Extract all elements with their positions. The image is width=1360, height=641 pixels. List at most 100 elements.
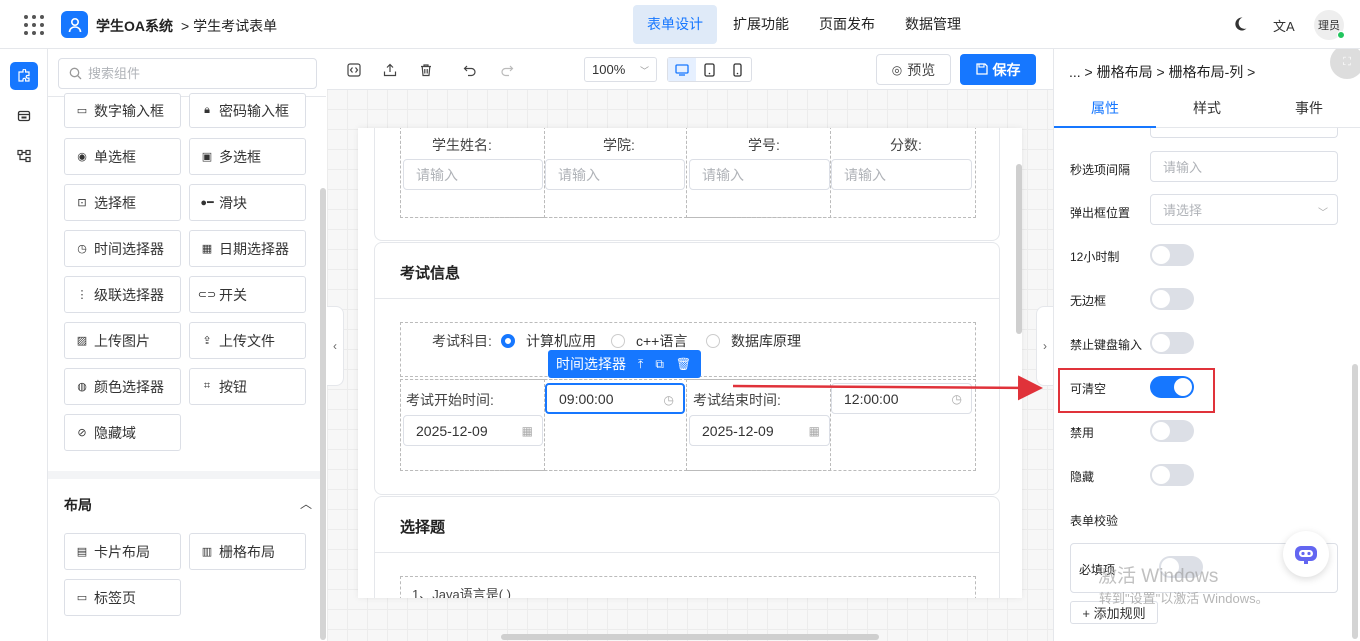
right-panel-scrollbar[interactable] (1352, 364, 1358, 639)
outline-tree-icon[interactable] (10, 142, 38, 170)
zoom-select[interactable]: 100% ﹀ (584, 57, 657, 82)
save-button[interactable]: 保存 (960, 54, 1036, 85)
comp-password-input[interactable]: 🔒︎ 密码输入框 (189, 93, 306, 128)
comp-checkbox[interactable]: ▣ 多选框 (189, 138, 306, 175)
toggle-hidden[interactable] (1150, 464, 1194, 486)
collapse-left-button[interactable]: ‹ (327, 306, 344, 386)
comp-number-input[interactable]: ▭ 数字输入框 (64, 93, 181, 128)
left-panel-scrollbar[interactable] (320, 188, 326, 640)
calendar-icon: ▦ (808, 424, 820, 438)
comp-select[interactable]: ⊡ 选择框 (64, 184, 181, 221)
preview-icon: ◎ (891, 62, 903, 77)
desktop-icon[interactable] (668, 58, 696, 81)
save-icon (975, 62, 988, 78)
top-bar: 学生OA系统 > 学生考试表单 表单设计 扩展功能 页面发布 数据管理 文A 理… (0, 0, 1360, 49)
comp-cascader[interactable]: ⋮ 级联选择器 (64, 276, 181, 313)
subject-option-computer[interactable]: 计算机应用 (501, 331, 596, 351)
chevron-left-icon: ‹ (333, 339, 337, 353)
college-input[interactable]: 请输入 (545, 159, 685, 190)
components-icon[interactable] (10, 62, 38, 90)
popper-position-select[interactable]: 请选择 ﹀ (1150, 194, 1338, 225)
toggle-label-12h: 12小时制 (1070, 250, 1120, 264)
toggle-label-hidden: 隐藏 (1070, 470, 1095, 484)
comp-color-picker[interactable]: ◍ 颜色选择器 (64, 368, 181, 405)
move-top-icon[interactable]: ⤒ (638, 357, 643, 372)
canvas-vertical-scrollbar[interactable] (1016, 164, 1022, 334)
undo-icon[interactable] (461, 61, 479, 79)
apps-grid-icon[interactable] (24, 15, 44, 35)
property-tabs: 属性 样式 事件 (1054, 90, 1360, 128)
palette-icon: ◍ (77, 381, 87, 393)
selected-component-toolbar: 时间选择器 ⤒ ⧉ 🗑︎ (548, 350, 701, 378)
nav-data-management[interactable]: 数据管理 (891, 5, 975, 44)
redo-icon[interactable] (498, 61, 516, 79)
chevron-down-icon: ﹀ (639, 66, 649, 76)
radio-icon (706, 334, 720, 348)
radio-checked-icon (501, 334, 515, 348)
device-switcher (667, 57, 752, 82)
student-id-label: 学号: (748, 137, 780, 153)
chatbot-button[interactable] (1283, 531, 1329, 577)
avatar[interactable]: 理员 (1314, 10, 1345, 40)
comp-radio[interactable]: ◉ 单选框 (64, 138, 181, 175)
card-divider (375, 552, 999, 553)
second-step-input[interactable]: 请输入 (1150, 151, 1338, 182)
nav-form-design[interactable]: 表单设计 (633, 5, 717, 44)
dark-mode-icon[interactable] (1232, 16, 1248, 35)
fullscreen-icon[interactable]: ⛶ (1330, 49, 1360, 79)
code-icon[interactable] (345, 61, 363, 79)
subject-option-database[interactable]: 数据库原理 (706, 331, 801, 351)
comp-tabs-layout[interactable]: ▭ 标签页 (64, 579, 181, 616)
toggle-12h[interactable] (1150, 244, 1194, 266)
canvas-toolbar: 100% ﹀ ◎ 预览 保存 (327, 49, 1053, 90)
comp-grid-layout[interactable]: ▥ 栅格布局 (189, 533, 306, 570)
score-input[interactable]: 请输入 (831, 159, 972, 190)
tab-events[interactable]: 事件 (1258, 90, 1360, 127)
copy-icon[interactable]: ⧉ (655, 357, 664, 372)
comp-switch[interactable]: ⊂⊃ 开关 (189, 276, 306, 313)
comp-time-picker[interactable]: ◷ 时间选择器 (64, 230, 181, 267)
mobile-icon[interactable] (723, 58, 751, 81)
highlight-box (1058, 368, 1215, 413)
toggle-no-keyboard[interactable] (1150, 332, 1194, 354)
select-icon: ⊡ (77, 197, 87, 209)
nav-extensions[interactable]: 扩展功能 (719, 5, 803, 44)
student-id-input[interactable]: 请输入 (689, 159, 830, 190)
nav-page-publish[interactable]: 页面发布 (805, 5, 889, 44)
comp-hidden-field[interactable]: ⊘ 隐藏域 (64, 414, 181, 451)
canvas-horizontal-scrollbar[interactable] (501, 634, 879, 640)
trash-icon[interactable] (417, 61, 435, 79)
end-time-picker[interactable]: 12:00:00 ◷ (831, 383, 972, 414)
language-icon[interactable]: 文A (1273, 16, 1295, 35)
chevron-up-icon[interactable]: ︿ (300, 495, 312, 512)
collapse-right-button[interactable]: › (1036, 306, 1053, 386)
comp-upload-image[interactable]: ▨ 上传图片 (64, 322, 181, 359)
search-input[interactable] (88, 66, 288, 81)
student-name-input[interactable]: 请输入 (403, 159, 543, 190)
preview-button[interactable]: ◎ 预览 (876, 54, 951, 85)
comp-button[interactable]: ⌗ 按钮 (189, 368, 306, 405)
tablet-icon[interactable] (696, 58, 724, 81)
tab-styles[interactable]: 样式 (1156, 90, 1258, 127)
avatar-text: 理员 (1318, 20, 1340, 32)
export-icon[interactable] (381, 61, 399, 79)
calendar-icon: ▦ (521, 424, 533, 438)
comp-upload-file[interactable]: ⇪ 上传文件 (189, 322, 306, 359)
end-date-picker[interactable]: 2025-12-09 ▦ (689, 415, 830, 446)
tab-properties[interactable]: 属性 (1054, 90, 1156, 128)
student-name-label: 学生姓名: (432, 137, 492, 153)
score-label: 分数: (890, 137, 922, 153)
component-search[interactable] (58, 58, 317, 89)
toggle-borderless[interactable] (1150, 288, 1194, 310)
comp-card-layout[interactable]: ▤ 卡片布局 (64, 533, 181, 570)
toggle-disabled[interactable] (1150, 420, 1194, 442)
subject-option-cpp[interactable]: c++语言 (611, 331, 687, 351)
delete-icon[interactable]: 🗑︎ (676, 357, 691, 371)
comp-date-picker[interactable]: ▦ 日期选择器 (189, 230, 306, 267)
start-time-picker[interactable]: 09:00:00 ◷ (545, 383, 685, 414)
layout-section-title: 布局 (64, 497, 92, 513)
data-source-icon[interactable] (10, 102, 38, 130)
comp-slider[interactable]: ●━ 滑块 (189, 184, 306, 221)
start-date-picker[interactable]: 2025-12-09 ▦ (403, 415, 543, 446)
component-panel: ▭数字输入框 🔒︎密码输入框 ◉单选框 ▣多选框 ⊡选择框 ●━滑块 ◷时间选择… (48, 49, 326, 641)
